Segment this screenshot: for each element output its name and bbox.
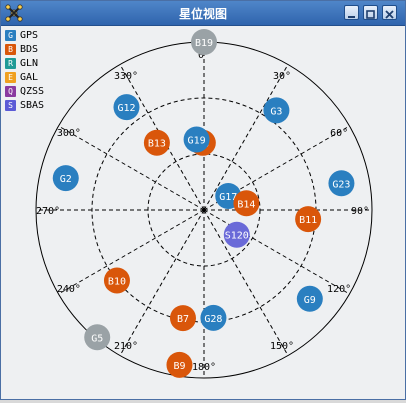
legend-label: GPS	[20, 29, 39, 41]
azimuth-line	[203, 209, 350, 295]
legend-item-sbas: S SBAS	[5, 98, 44, 112]
satellite-label: B7	[177, 314, 189, 325]
azimuth-line	[203, 64, 289, 211]
satellite-label: B10	[108, 276, 126, 287]
satellite-label: G12	[117, 103, 135, 114]
legend-label: QZSS	[20, 85, 45, 97]
legend-swatch: Q	[5, 85, 16, 97]
satellite-label: S120	[225, 231, 249, 242]
azimuth-label: 240°	[57, 284, 81, 295]
satellite-label: B14	[237, 199, 255, 210]
maximize-icon	[366, 10, 375, 19]
legend-item-qzss: Q QZSS	[5, 84, 44, 98]
legend-item-bds: B BDS	[5, 42, 44, 56]
satellite-label: G19	[188, 135, 206, 146]
azimuth-label: 180°	[192, 362, 216, 373]
satellite-label: B9	[173, 361, 185, 372]
satellite-label: G23	[332, 179, 350, 190]
azimuth-label: 60°	[330, 128, 348, 139]
sky-view-window: 星位视图 G GPS B BDS R GLN E GAL Q QZSS S SBAS 0° 30° 60°…	[0, 0, 406, 400]
azimuth-label: 30°	[273, 71, 291, 82]
legend-swatch: E	[5, 71, 16, 83]
legend-label: GAL	[20, 71, 39, 83]
satellite-label: B11	[299, 215, 317, 226]
satellite-label: G2	[60, 174, 72, 185]
legend-item-gal: E GAL	[5, 70, 44, 84]
legend-swatch: G	[5, 29, 16, 41]
satellite-label: B19	[195, 38, 213, 49]
sky-view-content: G GPS B BDS R GLN E GAL Q QZSS S SBAS 0° 30° 60° 90° 12…	[1, 26, 405, 399]
legend-label: SBAS	[20, 99, 45, 111]
legend-label: GLN	[20, 57, 39, 69]
satellite-label: G9	[304, 295, 316, 306]
azimuth-label: 300°	[57, 128, 81, 139]
legend-item-gps: G GPS	[5, 28, 44, 42]
minimize-icon	[348, 16, 355, 18]
title-bar[interactable]: 星位视图	[1, 1, 405, 26]
close-button[interactable]	[382, 5, 397, 20]
legend-label: BDS	[20, 43, 39, 55]
legend-swatch: R	[5, 57, 16, 69]
azimuth-line	[119, 209, 205, 356]
close-icon	[385, 10, 394, 19]
legend-swatch: B	[5, 43, 16, 55]
azimuth-label: 120°	[327, 284, 351, 295]
satellite-label: G5	[91, 333, 103, 344]
legend-swatch: S	[5, 99, 16, 111]
azimuth-label: 90°	[351, 206, 369, 217]
satellite-label: G3	[270, 106, 282, 117]
legend-item-gln: R GLN	[5, 56, 44, 70]
azimuth-label: 330°	[114, 71, 138, 82]
maximize-button[interactable]	[363, 5, 378, 20]
minimize-button[interactable]	[344, 5, 359, 20]
azimuth-label: 210°	[114, 341, 138, 352]
satellite-label: G28	[204, 314, 222, 325]
azimuth-line	[58, 209, 205, 295]
sky-plot[interactable]: 0°30°60°90°120°150°180°210°240°270°300°3…	[1, 26, 405, 399]
azimuth-label: 270°	[36, 206, 60, 217]
satellite-label: B13	[148, 139, 166, 150]
system-legend: G GPS B BDS R GLN E GAL Q QZSS S SBAS	[5, 28, 44, 112]
azimuth-label: 150°	[270, 341, 294, 352]
